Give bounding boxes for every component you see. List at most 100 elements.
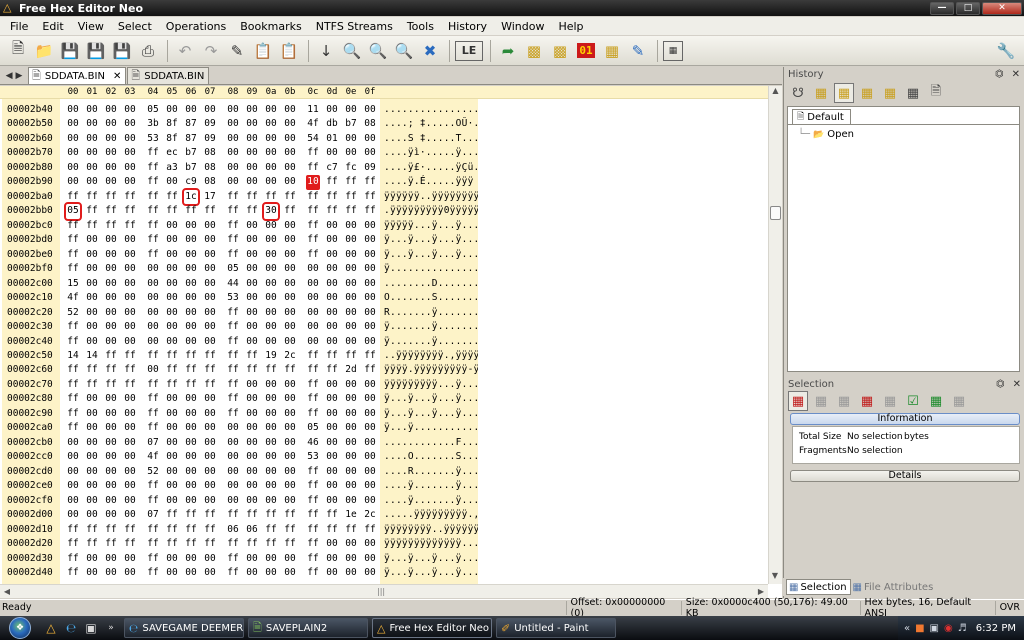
hex-byte[interactable]: 00 [123, 132, 137, 146]
hex-byte[interactable]: 00 [146, 363, 160, 377]
hex-byte[interactable]: 00 [264, 392, 278, 406]
hex-byte[interactable]: 00 [203, 566, 217, 580]
hex-byte[interactable]: 00 [306, 262, 320, 276]
hex-byte[interactable]: 00 [283, 291, 297, 305]
history-list-icon[interactable]: ▦ [857, 83, 877, 103]
hex-byte[interactable]: 07 [146, 436, 160, 450]
hex-byte[interactable]: 00 [363, 552, 377, 566]
hex-byte[interactable]: 00 [264, 175, 278, 189]
hex-byte[interactable]: 00 [85, 103, 99, 117]
hex-byte[interactable]: 00 [123, 407, 137, 421]
hex-byte[interactable]: 00 [325, 494, 339, 508]
hex-byte[interactable]: ff [66, 421, 80, 435]
hex-byte[interactable]: 00 [363, 392, 377, 406]
hex-byte[interactable]: 00 [283, 479, 297, 493]
hex-byte[interactable]: 00 [104, 248, 118, 262]
hex-byte[interactable]: db [325, 117, 339, 131]
hex-byte[interactable]: 00 [165, 465, 179, 479]
ascii-text[interactable]: ÿ...ÿ...ÿ...ÿ... [380, 392, 478, 407]
hex-byte[interactable]: 00 [363, 566, 377, 580]
hex-byte[interactable]: 00 [264, 552, 278, 566]
hex-byte[interactable]: 00 [85, 407, 99, 421]
hex-byte[interactable]: ff [66, 320, 80, 334]
hex-byte[interactable]: 00 [184, 233, 198, 247]
hex-byte[interactable]: 00 [66, 479, 80, 493]
paste-icon[interactable]: 📋 [277, 39, 301, 63]
ascii-text[interactable]: ÿ...ÿ...ÿ...ÿ... [380, 247, 478, 263]
hex-byte[interactable]: ff [325, 349, 339, 363]
hex-byte[interactable]: 00 [104, 233, 118, 247]
hex-byte[interactable]: ff [306, 523, 320, 537]
hex-editor-pane[interactable]: 00 01 02 03 04 05 06 07 08 09 0a 0b 0c 0d 0e 0f 00002b4… [0, 86, 782, 598]
hex-byte[interactable]: ff [306, 219, 320, 233]
hex-byte[interactable]: 00 [283, 175, 297, 189]
hex-byte[interactable]: ff [85, 363, 99, 377]
hex-byte[interactable]: 00 [184, 421, 198, 435]
hex-byte[interactable]: 08 [203, 161, 217, 175]
hex-byte[interactable]: 00 [245, 479, 259, 493]
ascii-text[interactable]: ....O.......S... [380, 450, 478, 465]
hex-byte[interactable]: 00 [264, 335, 278, 349]
hex-byte[interactable]: 00 [344, 479, 358, 493]
hex-byte[interactable]: 00 [85, 117, 99, 131]
minimize-button[interactable]: — [930, 1, 954, 15]
hex-byte[interactable]: ff [123, 190, 137, 204]
hex-byte[interactable]: ff [66, 363, 80, 377]
hex-byte[interactable]: ff [363, 175, 377, 189]
hex-byte[interactable]: 3b [146, 117, 160, 131]
hex-byte[interactable]: 00 [283, 277, 297, 291]
hex-byte[interactable]: ff [146, 161, 160, 175]
redo-icon[interactable]: ↷ [199, 39, 223, 63]
hex-byte[interactable]: 00 [325, 566, 339, 580]
hex-byte[interactable]: 54 [306, 132, 320, 146]
hex-byte[interactable]: 00 [123, 436, 137, 450]
hex-byte[interactable]: ff [226, 306, 240, 320]
hex-byte[interactable]: 00 [363, 233, 377, 247]
hex-byte[interactable]: 00 [344, 132, 358, 146]
hex-byte[interactable]: ff [165, 349, 179, 363]
hex-byte[interactable]: 00 [123, 465, 137, 479]
hex-byte[interactable]: 00 [104, 161, 118, 175]
hex-byte[interactable]: 1c [182, 187, 200, 207]
hex-byte[interactable]: 00 [363, 479, 377, 493]
hex-byte[interactable]: 00 [344, 566, 358, 580]
menu-ntfs-streams[interactable]: NTFS Streams [316, 20, 393, 33]
hex-byte[interactable]: b7 [344, 117, 358, 131]
menu-window[interactable]: Window [501, 20, 544, 33]
hex-byte[interactable]: 00 [363, 436, 377, 450]
hex-byte[interactable]: ff [66, 219, 80, 233]
hex-byte[interactable]: 00 [344, 552, 358, 566]
hex-byte[interactable]: 00 [184, 291, 198, 305]
hex-byte[interactable]: ff [226, 378, 240, 392]
hex-byte[interactable]: ff [85, 378, 99, 392]
details-header[interactable]: Details [790, 470, 1020, 482]
hex-byte[interactable]: ff [66, 407, 80, 421]
hex-byte[interactable]: 00 [226, 175, 240, 189]
ascii-text[interactable]: ....; ‡.....OÛ·. [380, 117, 478, 132]
hex-byte[interactable]: 00 [123, 233, 137, 247]
hex-byte[interactable]: ff [203, 204, 217, 218]
hex-byte[interactable]: ff [146, 552, 160, 566]
hex-byte[interactable]: 00 [363, 494, 377, 508]
hex-byte[interactable]: 00 [363, 465, 377, 479]
hex-byte[interactable]: ff [184, 363, 198, 377]
hex-byte[interactable]: 00 [325, 320, 339, 334]
find-icon[interactable]: 🔍 [340, 39, 364, 63]
hex-byte[interactable]: 00 [264, 146, 278, 160]
hex-byte[interactable]: 00 [66, 103, 80, 117]
hex-byte[interactable]: 00 [85, 566, 99, 580]
hex-byte[interactable]: 00 [245, 465, 259, 479]
hex-byte[interactable]: ff [123, 523, 137, 537]
hex-byte[interactable]: ff [363, 363, 377, 377]
hex-byte[interactable]: 00 [344, 306, 358, 320]
hex-byte[interactable]: 00 [226, 450, 240, 464]
select-range-icon[interactable]: ▦ [857, 391, 877, 411]
hex-byte[interactable]: 00 [264, 219, 278, 233]
hex-byte[interactable]: 46 [306, 436, 320, 450]
hex-byte[interactable]: 00 [363, 537, 377, 551]
hex-byte[interactable]: 01 [325, 132, 339, 146]
hex-byte[interactable]: ff [306, 161, 320, 175]
hex-byte[interactable]: ff [283, 204, 297, 218]
hex-byte[interactable]: 00 [363, 407, 377, 421]
hex-byte[interactable]: ff [306, 494, 320, 508]
